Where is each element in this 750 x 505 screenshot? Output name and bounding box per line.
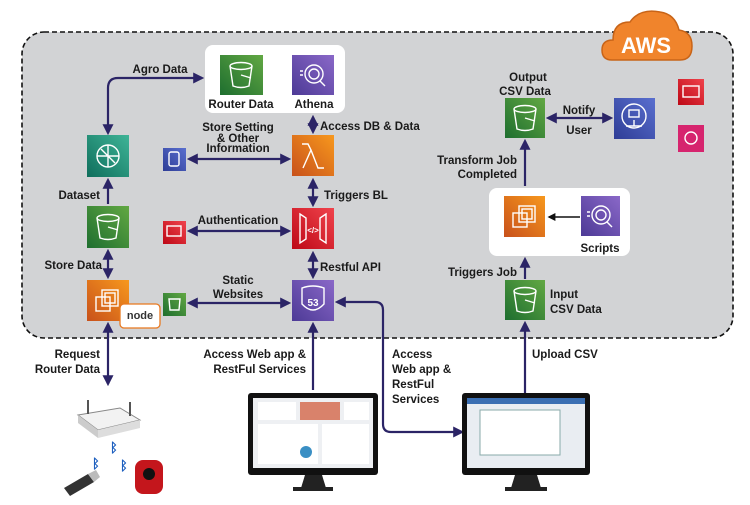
- sagemaker-icon[interactable]: [87, 135, 129, 177]
- request-router-label: Request: [55, 349, 101, 361]
- triggers-job-label: Triggers Job: [448, 267, 517, 279]
- aws-logo: AWS: [601, 10, 693, 61]
- cloudwatch-icon[interactable]: [678, 125, 704, 152]
- scripts-athena-icon[interactable]: [581, 196, 620, 236]
- store-setting-label: Information: [206, 143, 269, 155]
- input-csv-label: CSV Data: [550, 304, 602, 316]
- agro-data-label: Agro Data: [133, 64, 189, 76]
- api-gateway-icon[interactable]: </>: [292, 208, 334, 249]
- nodejs-badge: node: [119, 303, 161, 329]
- router-data-label: Router Data: [208, 99, 274, 111]
- architecture-diagram: AWS Router Data Athena </> 53 node Scrip…: [21, 10, 734, 496]
- svg-text:</>: </>: [307, 226, 319, 235]
- access-web-label-2: RestFul: [392, 379, 434, 391]
- output-csv-label: Output: [509, 72, 547, 84]
- access-web-label: RestFul Services: [213, 364, 306, 376]
- sns-icon[interactable]: [614, 98, 655, 139]
- static-websites-label: Static: [222, 275, 254, 287]
- dynamodb-icon[interactable]: [163, 148, 186, 171]
- monitor-icon-dashboard[interactable]: [248, 393, 378, 491]
- output-csv-label: CSV Data: [499, 86, 551, 98]
- static-site-s3-icon[interactable]: [163, 293, 186, 316]
- notify-user-label: Notify: [563, 105, 596, 117]
- monitor-icon-app[interactable]: [462, 393, 590, 491]
- input-csv-label: Input: [550, 289, 578, 301]
- transform-job-label: Transform Job: [437, 155, 517, 167]
- scripts-label: Scripts: [581, 243, 620, 255]
- router-icon: [76, 400, 142, 438]
- iam-icon[interactable]: [678, 79, 704, 105]
- dataset-s3-icon[interactable]: [87, 206, 129, 248]
- restful-api-label: Restful API: [320, 262, 381, 274]
- bluetooth-icon: ᛒ: [110, 440, 118, 455]
- lambda-icon[interactable]: [292, 135, 334, 176]
- access-web-label-2: Web app &: [392, 364, 451, 376]
- authentication-label: Authentication: [198, 215, 279, 227]
- sensor-icon: [135, 460, 163, 494]
- access-web-label-2: Services: [392, 394, 439, 406]
- bluetooth-icon: ᛒ: [120, 458, 128, 473]
- access-web-label: Access Web app &: [203, 349, 306, 361]
- request-router-label: Router Data: [35, 364, 101, 376]
- output-csv-s3[interactable]: [505, 98, 545, 138]
- transform-job-label: Completed: [458, 169, 517, 181]
- access-web-label-2: Access: [392, 349, 432, 361]
- athena-label: Athena: [295, 99, 335, 111]
- cognito-icon[interactable]: [163, 221, 186, 244]
- triggers-bl-label: Triggers BL: [324, 190, 388, 202]
- svg-text:53: 53: [307, 298, 319, 309]
- input-csv-s3[interactable]: [505, 280, 545, 320]
- upload-csv-label: Upload CSV: [532, 349, 598, 361]
- dataset-label: Dataset: [58, 190, 100, 202]
- router-data-s3[interactable]: [220, 55, 263, 95]
- usb-dongle-icon: [64, 470, 100, 496]
- aws-logo-text: AWS: [621, 33, 671, 58]
- route53-icon[interactable]: 53: [292, 280, 334, 321]
- notify-user-label: User: [566, 125, 592, 137]
- svg-text:node: node: [127, 310, 153, 322]
- transform-ec2-icon[interactable]: [504, 196, 545, 237]
- static-websites-label: Websites: [213, 289, 263, 301]
- athena-icon[interactable]: [292, 55, 334, 95]
- access-db-label: Access DB & Data: [320, 121, 420, 133]
- store-data-label: Store Data: [44, 260, 102, 272]
- bluetooth-icon: ᛒ: [92, 456, 100, 471]
